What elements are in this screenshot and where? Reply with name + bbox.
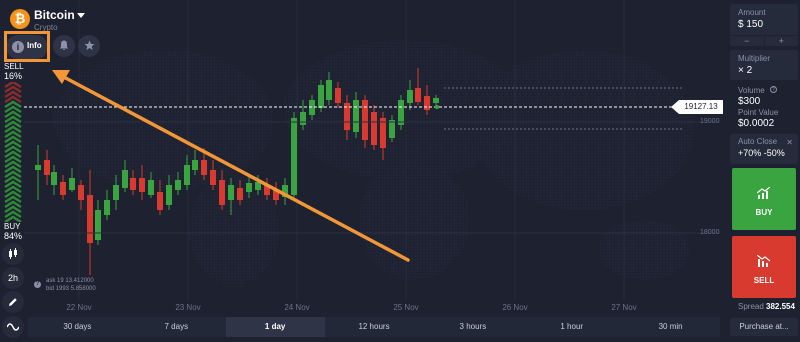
buy-sentiment-label: BUY	[4, 222, 21, 231]
buy-button-label: BUY	[755, 208, 773, 217]
trading-app: ₿ Bitcoin Crypto i Info SELL 16% BUY 84%…	[0, 0, 800, 342]
purchase-at-button[interactable]: Purchase at...	[730, 318, 798, 336]
sentiment-bar	[4, 82, 22, 222]
timeframe-option[interactable]: 7 days	[127, 317, 226, 337]
current-price-dot	[435, 105, 439, 109]
sell-sentiment-percent: 16%	[4, 71, 23, 81]
amount-stepper: − +	[730, 35, 798, 46]
world-map-background	[54, 40, 694, 285]
point-value-label: Point Value	[738, 108, 779, 117]
date-label: 22 Nov	[66, 303, 92, 312]
multiplier-value[interactable]: × 2	[738, 65, 752, 76]
candle	[398, 95, 404, 130]
spread-info: Spread 382.554	[738, 302, 795, 311]
amount-decrease-button[interactable]: −	[730, 36, 764, 46]
bell-icon[interactable]	[53, 35, 75, 57]
bid-price: bid 1993 5.858000	[46, 286, 96, 292]
candle	[95, 200, 101, 245]
sell-button-label: SELL	[753, 276, 775, 285]
date-label: 27 Nov	[611, 303, 637, 312]
price-chart[interactable]	[24, 0, 720, 314]
candle	[69, 168, 75, 192]
candle	[51, 165, 57, 195]
candle	[60, 175, 66, 200]
trend-up-icon	[757, 187, 771, 199]
candle	[291, 112, 297, 198]
auto-close-panel[interactable]: Auto Close ✕ +70% -50%	[730, 134, 798, 164]
chart-type-button[interactable]	[2, 243, 24, 265]
volume-help-icon[interactable]: ?	[770, 86, 777, 93]
pencil-icon	[9, 298, 17, 306]
level-label-19000: 19000	[700, 118, 720, 125]
amount-panel[interactable]: Amount $ 150 − +	[730, 4, 798, 46]
date-label: 24 Nov	[284, 303, 310, 312]
level-label-18000: 18000	[700, 229, 720, 236]
wave-icon	[6, 323, 20, 331]
candle	[104, 190, 110, 220]
candle	[273, 182, 279, 205]
amount-increase-button[interactable]: +	[763, 36, 799, 46]
chevron-down-icon[interactable]	[77, 13, 85, 18]
timeframe-option[interactable]: 30 min	[621, 317, 720, 337]
trend-down-icon	[757, 255, 771, 267]
bitcoin-logo-icon: ₿	[10, 9, 30, 29]
current-price-value: 19127.13	[679, 100, 723, 114]
date-label: 25 Nov	[393, 303, 419, 312]
candlestick-icon	[9, 248, 17, 259]
timeframe-option[interactable]: 12 hours	[325, 317, 424, 337]
auto-close-value[interactable]: +70% -50%	[738, 148, 785, 158]
date-label: 26 Nov	[502, 303, 528, 312]
timeframe-option[interactable]: 30 days	[28, 317, 127, 337]
timeframe-option[interactable]: 3 hours	[423, 317, 522, 337]
volume-label: Volume	[738, 86, 765, 95]
candle	[282, 178, 288, 205]
timeframe-bar: 30 days 7 days 1 day 12 hours 3 hours 1 hour 3…	[28, 317, 720, 337]
close-icon[interactable]: ✕	[786, 138, 793, 147]
star-icon[interactable]	[78, 35, 100, 57]
candle	[35, 145, 41, 200]
timeframe-button[interactable]: 2h	[2, 267, 24, 289]
candle	[87, 170, 93, 275]
date-label: 23 Nov	[175, 303, 201, 312]
sell-sentiment-label: SELL	[4, 62, 24, 71]
volume-value: $300	[738, 96, 761, 107]
timeframe-option[interactable]: 1 day	[225, 317, 325, 337]
spread-value: 382.554	[766, 302, 795, 311]
price-tag-pointer	[671, 100, 679, 114]
buy-button[interactable]: BUY	[732, 168, 796, 230]
auto-close-label: Auto Close	[738, 137, 778, 146]
ask-price: ask 19 13.412000	[46, 278, 94, 284]
amount-value[interactable]: $ 150	[738, 19, 763, 30]
asset-name[interactable]: Bitcoin	[34, 8, 75, 22]
multiplier-panel[interactable]: Multiplier × 2	[730, 50, 798, 80]
buy-sentiment-percent: 84%	[4, 231, 23, 241]
spread-label: Spread	[738, 302, 764, 311]
draw-tool-button[interactable]	[2, 291, 24, 313]
multiplier-label: Multiplier	[738, 54, 771, 63]
help-icon[interactable]: ?	[34, 281, 41, 288]
timeframe-option[interactable]: 1 hour	[522, 317, 621, 337]
indicators-button[interactable]	[2, 316, 24, 338]
info-highlight-box	[4, 31, 50, 62]
amount-label: Amount	[738, 8, 766, 17]
sell-button[interactable]: SELL	[732, 236, 796, 298]
candle	[44, 150, 50, 185]
point-value-value: $0.0002	[738, 118, 775, 129]
